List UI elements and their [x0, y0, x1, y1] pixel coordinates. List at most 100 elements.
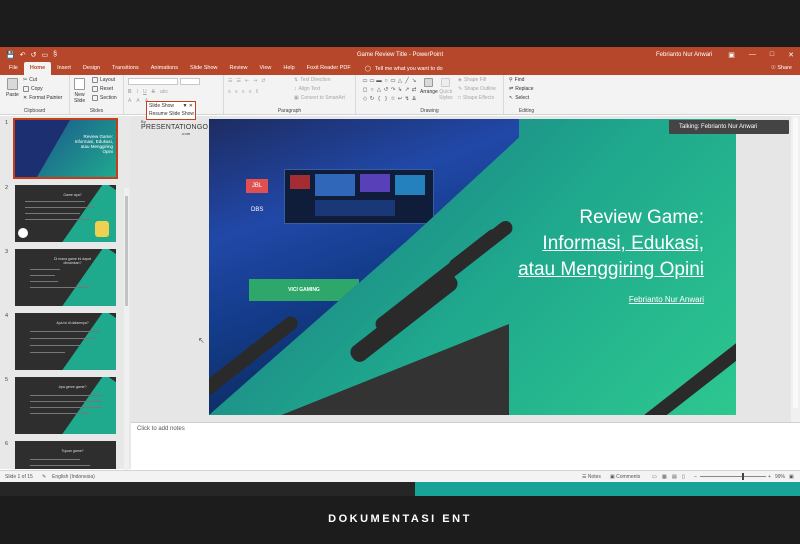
tab-home[interactable]: Home: [23, 62, 52, 75]
font-name-box[interactable]: [128, 78, 178, 85]
zoom-slider-knob[interactable]: [742, 473, 744, 480]
shape-outline-button[interactable]: ✎ Shape Outline: [458, 86, 496, 92]
tab-insert[interactable]: Insert: [51, 62, 77, 75]
increase-indent-icon[interactable]: ⇥: [253, 78, 257, 84]
slide-thumbnail-3[interactable]: Di mana game ini dapat dimainkan?: [15, 249, 116, 306]
thumb-logo-image: [18, 228, 28, 238]
start-slideshow-icon[interactable]: ▭: [41, 51, 48, 59]
slide-subtitle[interactable]: Febrianto Nur Anwari: [629, 295, 704, 304]
convert-smartart-button[interactable]: ▣ Convert to SmartArt: [294, 95, 345, 101]
zoom-out-icon[interactable]: –: [694, 474, 697, 480]
slideshow-view-icon[interactable]: ▯: [682, 474, 685, 480]
tab-view[interactable]: View: [254, 62, 278, 75]
align-right-icon[interactable]: ≡: [242, 89, 245, 95]
maximize-button[interactable]: □: [770, 51, 774, 59]
arrange-button[interactable]: Arrange: [420, 78, 438, 95]
close-icon[interactable]: ▼ ✕: [182, 103, 193, 109]
tab-design[interactable]: Design: [77, 62, 106, 75]
tab-foxit-reader-pdf[interactable]: Foxit Reader PDF: [301, 62, 357, 75]
spell-check-icon[interactable]: ✎: [42, 474, 46, 480]
slide-thumbnail-4[interactable]: Apa isi di dalamnya?: [15, 313, 116, 370]
account-name[interactable]: Febrianto Nur Anwari: [656, 52, 712, 58]
zoom-in-icon[interactable]: +: [768, 474, 771, 480]
notes-button[interactable]: ☰ Notes: [582, 474, 601, 480]
thumb-line: [30, 395, 102, 396]
decrease-indent-icon[interactable]: ⇤: [245, 78, 249, 84]
find-button[interactable]: ⚲ Find: [509, 77, 524, 83]
resume-slide-show-link[interactable]: Resume Slide Show: [147, 110, 195, 118]
normal-view-icon[interactable]: ▭: [652, 474, 657, 480]
new-slide-button[interactable]: New Slide: [74, 78, 85, 104]
line-spacing-icon[interactable]: ⇵: [261, 78, 265, 84]
tab-review[interactable]: Review: [224, 62, 254, 75]
slide-title-line-3[interactable]: atau Menggiring Opini: [518, 259, 704, 281]
qat-extra[interactable]: §: [53, 51, 57, 58]
bold-button[interactable]: B: [128, 89, 132, 95]
shape-fill-button[interactable]: ◈ Shape Fill: [458, 77, 486, 83]
numbering-icon[interactable]: ☰: [236, 78, 240, 84]
tab-animations[interactable]: Animations: [145, 62, 184, 75]
notes-placeholder[interactable]: Click to add notes: [137, 426, 185, 432]
comments-button[interactable]: ▣ Comments: [610, 474, 640, 480]
section-button[interactable]: Section: [92, 95, 117, 101]
layout-button[interactable]: Layout: [92, 77, 115, 83]
editing-group: ⚲ Find ⇌ Replace ↖ Select Editing: [504, 75, 549, 115]
notes-label: Notes: [587, 474, 601, 480]
justify-icon[interactable]: ≡: [249, 89, 252, 95]
redo-icon[interactable]: ↺: [31, 51, 37, 59]
reset-button[interactable]: Reset: [92, 86, 113, 92]
slide-title-line-1[interactable]: Review Game:: [579, 207, 704, 229]
tab-slide-show[interactable]: Slide Show: [184, 62, 224, 75]
align-left-icon[interactable]: ≡: [228, 89, 231, 95]
fit-slide-icon[interactable]: ▣: [789, 474, 794, 480]
diagonal-stripe: [639, 332, 736, 415]
paste-button[interactable]: Paste: [6, 78, 19, 98]
share-button[interactable]: ☉ Share: [771, 62, 792, 75]
shape-effects-button[interactable]: □ Shape Effects: [458, 95, 494, 101]
columns-icon[interactable]: ‖: [256, 89, 258, 95]
cut-button[interactable]: ✂ Cut: [23, 77, 37, 83]
scrollbar-thumb[interactable]: [125, 196, 128, 306]
highlight-icon[interactable]: A: [136, 98, 139, 104]
underline-button[interactable]: U: [143, 89, 147, 95]
tab-help[interactable]: Help: [277, 62, 300, 75]
bullets-icon[interactable]: ☰: [228, 78, 232, 84]
current-slide[interactable]: JBL DBS VICI GAMING Review Game: Informa…: [209, 119, 736, 415]
slide-thumbnail-5[interactable]: Apa genre game?: [15, 377, 116, 434]
zoom-level[interactable]: 99%: [775, 474, 785, 480]
align-text-button[interactable]: ↕ Align Text: [294, 86, 320, 92]
shapes-gallery[interactable]: ▭ ▭ ▬ ○ ▭ △ ╱ ↘ ◻ ○ △ ↺ ↷ ↳ ↗ ⇄ ◇ ↻{} ☆ ↩ ↯ ⇊: [362, 78, 417, 104]
format-painter-button[interactable]: ✕ Format Painter: [23, 95, 62, 101]
italic-button[interactable]: I: [137, 89, 138, 95]
close-button[interactable]: ✕: [788, 51, 794, 59]
minimize-button[interactable]: —: [749, 51, 756, 59]
font-size-box[interactable]: [180, 78, 200, 85]
replace-button[interactable]: ⇌ Replace: [509, 86, 534, 92]
font-color-icon[interactable]: A: [128, 98, 131, 104]
tab-file[interactable]: File: [0, 62, 24, 75]
undo-icon[interactable]: ↶: [20, 51, 26, 59]
slide-title-line-2[interactable]: Informasi, Edukasi,: [542, 233, 704, 255]
save-icon[interactable]: 💾: [6, 51, 15, 59]
tell-me-search[interactable]: ◯ Tell me what you want to do: [365, 62, 443, 75]
slide-thumbnail-1[interactable]: Review Game: Informasi, Edukasi, atau Me…: [13, 118, 118, 179]
quick-styles-button[interactable]: Quick Styles: [439, 78, 453, 101]
copy-button[interactable]: Copy: [23, 86, 43, 92]
slide-thumbnail-2[interactable]: Game apa?: [15, 185, 116, 242]
tab-transitions[interactable]: Transitions: [106, 62, 145, 75]
select-button[interactable]: ↖ Select: [509, 95, 529, 101]
slide-sorter-icon[interactable]: ▦: [662, 474, 667, 480]
zoom-slider-track[interactable]: [700, 476, 766, 477]
language-indicator[interactable]: English (Indonesia): [52, 474, 95, 480]
reading-view-icon[interactable]: ▤: [672, 474, 677, 480]
ribbon-display-icon[interactable]: ▣: [728, 51, 735, 59]
notes-pane[interactable]: Click to add notes: [131, 422, 800, 474]
scrollbar-track[interactable]: [793, 118, 798, 408]
center-icon[interactable]: ≡: [235, 89, 238, 95]
slide-thumbnail-6[interactable]: Tujuan game?: [15, 441, 116, 469]
shadow-button[interactable]: abc: [160, 89, 168, 95]
thumbnails-scrollbar[interactable]: [124, 188, 129, 482]
text-direction-button[interactable]: ⇅ Text Direction: [294, 77, 331, 83]
strikethrough-button[interactable]: S: [152, 89, 155, 95]
slide-scrollbar[interactable]: [791, 116, 800, 422]
